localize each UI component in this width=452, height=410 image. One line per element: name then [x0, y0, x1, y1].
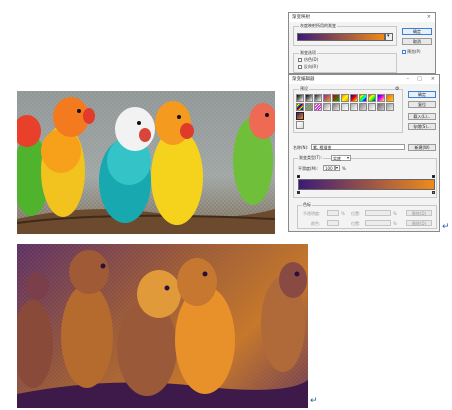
new-button[interactable]: 新建(W): [408, 144, 436, 151]
ok-button[interactable]: 确定: [402, 28, 432, 35]
save-button[interactable]: 存储(S)...: [408, 123, 436, 130]
gradient-map-dialog: 渐变映射 × 灰度映射所用的渐变 ▾ 渐变选项 仿色(D) 反向(R) 确定 取…: [288, 12, 436, 74]
gradient-settings-group: [293, 158, 437, 198]
reverse-label: 反向(R): [304, 64, 318, 69]
delete-color-stop-button[interactable]: 删除(D): [406, 220, 432, 226]
opacity-location-label: 位置:: [351, 211, 361, 216]
preset-swatch[interactable]: [350, 94, 358, 102]
dither-checkbox[interactable]: [298, 58, 302, 62]
preset-swatch[interactable]: [341, 94, 349, 102]
gradient-options-label: 渐变选项: [299, 50, 317, 56]
gradient-editor-titlebar: 渐变编辑器 – □ ×: [289, 75, 439, 84]
preset-swatch[interactable]: [350, 103, 358, 111]
preset-swatch[interactable]: [314, 103, 322, 111]
opacity-location-unit: %: [393, 211, 397, 216]
stops-label: 色标: [302, 202, 312, 208]
reverse-checkbox[interactable]: [298, 65, 302, 69]
reset-button[interactable]: 复位: [408, 101, 436, 108]
preset-swatch[interactable]: [386, 103, 394, 111]
preset-swatch[interactable]: [323, 103, 331, 111]
gradient-type-label: 渐变类型(T):: [298, 155, 323, 161]
preset-swatch[interactable]: [359, 103, 367, 111]
gradient-map-title: 渐变映射: [292, 15, 310, 20]
preset-swatch[interactable]: [377, 103, 385, 111]
chevron-down-icon: ▾: [387, 33, 390, 39]
minimize-icon[interactable]: –: [407, 75, 410, 84]
preset-swatch[interactable]: [332, 94, 340, 102]
preset-swatch[interactable]: [296, 112, 304, 120]
preset-swatch[interactable]: [386, 94, 394, 102]
preset-swatch[interactable]: [368, 94, 376, 102]
preset-swatch[interactable]: [314, 94, 322, 102]
chevron-down-icon: ▾: [336, 165, 339, 170]
opacity-stop-left[interactable]: [297, 175, 300, 178]
close-icon[interactable]: ×: [431, 75, 435, 84]
preset-swatch[interactable]: [377, 94, 385, 102]
original-parrots-photo: [17, 91, 275, 234]
presets-label: 预设: [299, 86, 309, 92]
smoothness-stepper[interactable]: ▾: [335, 165, 340, 171]
preset-swatch[interactable]: [359, 94, 367, 102]
mapped-parrots-illustration: [17, 244, 308, 408]
preset-swatch-grid[interactable]: [296, 94, 400, 130]
gradient-editor-dialog: 渐变编辑器 – □ × 预设 ⚙ 确定 复位 载入(L)... 存储(S)...…: [288, 74, 440, 232]
gradient-type-value: 实底: [333, 156, 341, 161]
cancel-button[interactable]: 取消: [402, 38, 432, 45]
name-label: 名称(N):: [293, 145, 309, 150]
gradient-dropdown-button[interactable]: ▾: [385, 33, 393, 41]
color-location-input[interactable]: [365, 220, 391, 226]
gradient-options-group: [293, 53, 397, 73]
preview-label: 预览(P): [407, 49, 421, 54]
gradient-editor-title: 渐变编辑器: [292, 77, 315, 82]
dither-label: 仿色(D): [304, 57, 319, 62]
gradient-preview-bar[interactable]: [298, 179, 435, 190]
smoothness-input[interactable]: 100: [323, 165, 335, 171]
color-stop-right[interactable]: [432, 191, 435, 194]
opacity-location-input[interactable]: [365, 210, 391, 216]
delete-opacity-stop-button[interactable]: 删除(D): [406, 210, 432, 216]
smoothness-label: 平滑度(M):: [298, 166, 318, 171]
color-stop-left[interactable]: [297, 191, 300, 194]
preset-swatch[interactable]: [305, 94, 313, 102]
smoothness-unit: %: [342, 166, 346, 171]
preset-swatch[interactable]: [341, 103, 349, 111]
color-location-unit: %: [393, 221, 397, 226]
gradient-mapped-photo: [17, 244, 308, 408]
paragraph-mark: ↵: [442, 222, 450, 232]
gradient-type-select[interactable]: 实底 ▾: [331, 155, 351, 161]
preset-swatch[interactable]: [296, 103, 304, 111]
color-swatch[interactable]: [327, 220, 339, 226]
preset-swatch[interactable]: [332, 103, 340, 111]
opacity-unit: %: [341, 211, 345, 216]
gradient-group-label: 灰度映射所用的渐变: [299, 23, 337, 29]
preview-checkbox[interactable]: [402, 50, 406, 54]
ok-button[interactable]: 确定: [408, 91, 436, 98]
opacity-input[interactable]: [327, 210, 339, 216]
preset-swatch[interactable]: [305, 103, 313, 111]
color-location-label: 位置:: [351, 221, 361, 226]
maximize-icon[interactable]: □: [417, 75, 422, 84]
load-button[interactable]: 载入(L)...: [408, 113, 436, 120]
preset-swatch[interactable]: [368, 103, 376, 111]
gear-icon[interactable]: ⚙: [395, 86, 399, 92]
preset-swatch[interactable]: [323, 94, 331, 102]
opacity-label: 不透明度:: [303, 211, 321, 216]
opacity-stop-right[interactable]: [432, 175, 435, 178]
gradient-map-titlebar: 渐变映射 ×: [289, 13, 435, 22]
gradient-map-preview-bar[interactable]: [297, 33, 385, 41]
chevron-down-icon: ▾: [346, 155, 349, 160]
paragraph-mark: ↵: [310, 396, 318, 406]
parrots-illustration: [17, 91, 275, 234]
preset-swatch[interactable]: [296, 94, 304, 102]
close-icon[interactable]: ×: [427, 13, 431, 22]
name-input[interactable]: 紫, 橙渐变: [311, 144, 405, 150]
preset-swatch[interactable]: [296, 121, 304, 129]
color-label: 颜色:: [311, 221, 321, 226]
